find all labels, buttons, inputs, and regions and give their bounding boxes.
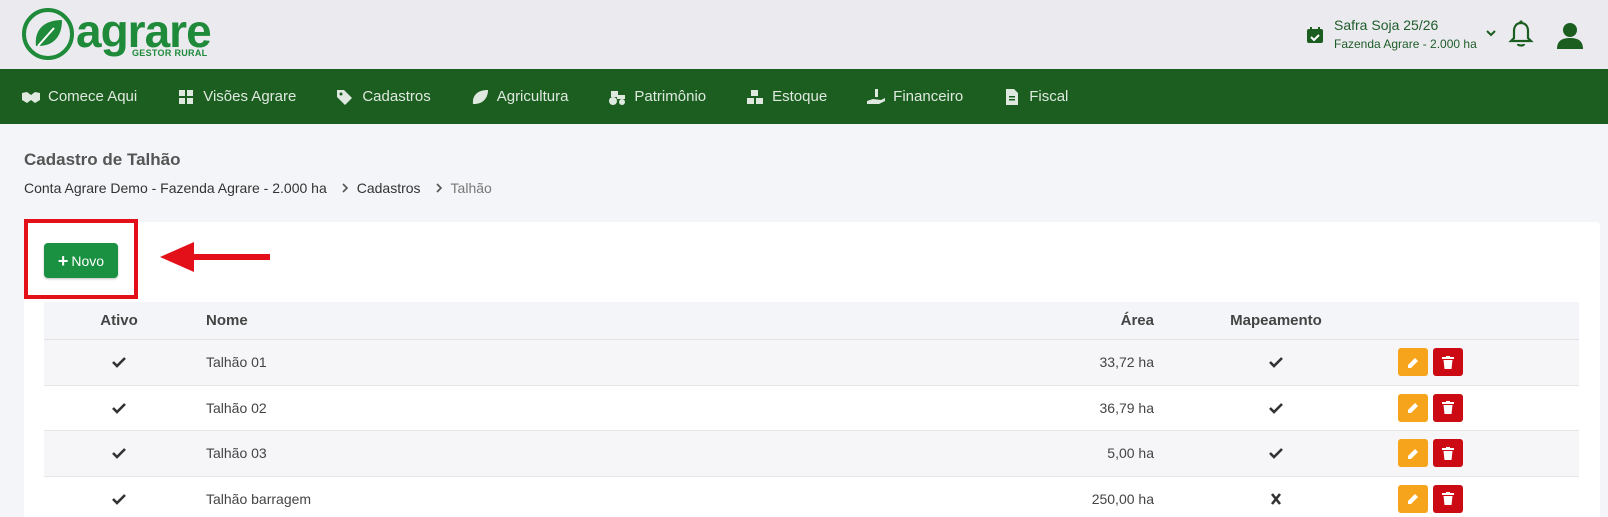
close-icon xyxy=(1154,492,1398,505)
row-area: 5,00 ha xyxy=(1107,445,1154,462)
calendar-check-icon xyxy=(1307,27,1323,43)
table-row[interactable]: Talhão barragem 250,00 ha xyxy=(44,477,1579,517)
table-row[interactable]: Talhão 01 33,72 ha xyxy=(44,340,1579,386)
pencil-icon xyxy=(1408,494,1418,505)
check-icon xyxy=(44,356,194,369)
top-header: agrare GESTOR RURAL Safra Soja 25/26 Faz… xyxy=(0,0,1608,69)
col-header-ativo[interactable]: Ativo xyxy=(44,312,194,329)
edit-button[interactable] xyxy=(1398,393,1428,422)
delete-button[interactable] xyxy=(1433,439,1463,468)
breadcrumb-account[interactable]: Conta Agrare Demo - Fazenda Agrare - 2.0… xyxy=(24,180,327,196)
grid-icon xyxy=(179,89,194,104)
agrare-logo[interactable]: agrare GESTOR RURAL xyxy=(22,8,212,60)
nav-item-fiscal[interactable]: Fiscal xyxy=(1003,88,1068,105)
boxes-icon xyxy=(747,89,764,104)
row-nome: Talhão barragem xyxy=(206,490,312,507)
leaf-icon xyxy=(472,89,488,104)
nav-item-estoque[interactable]: Estoque xyxy=(746,88,827,105)
nav-item-agricultura[interactable]: Agricultura xyxy=(471,88,569,105)
row-actions xyxy=(1398,484,1579,513)
row-area: 33,72 ha xyxy=(1099,354,1155,371)
page-title: Cadastro de Talhão xyxy=(24,150,181,169)
brand-tagline: GESTOR RURAL xyxy=(132,48,208,58)
row-actions xyxy=(1398,348,1579,377)
check-icon xyxy=(44,402,194,414)
row-actions xyxy=(1398,439,1579,468)
nav-item-visoes-agrare[interactable]: Visões Agrare xyxy=(177,88,296,105)
row-nome: Talhão 03 xyxy=(206,445,267,462)
table-header: Ativo Nome Área Mapeamento xyxy=(44,302,1579,340)
user-avatar-icon[interactable] xyxy=(1555,20,1585,50)
row-area: 36,79 ha xyxy=(1099,399,1155,416)
pencil-icon xyxy=(1408,357,1418,368)
nav-item-patrimonio[interactable]: Patrimônio xyxy=(608,88,706,105)
trash-icon xyxy=(1442,446,1454,460)
table-row[interactable]: Talhão 03 5,00 ha xyxy=(44,431,1579,477)
invoice-icon xyxy=(1006,88,1019,105)
trash-icon xyxy=(1442,355,1454,369)
delete-button[interactable] xyxy=(1433,393,1463,422)
nav-label: Cadastros xyxy=(362,88,431,105)
trash-icon xyxy=(1442,492,1454,506)
edit-button[interactable] xyxy=(1398,484,1428,513)
check-icon xyxy=(1154,402,1398,414)
trash-icon xyxy=(1442,401,1454,415)
bell-icon[interactable] xyxy=(1508,20,1534,48)
nav-item-cadastros[interactable]: Cadastros xyxy=(336,88,431,105)
check-icon xyxy=(1154,447,1398,460)
annotation-highlight-box xyxy=(24,219,138,299)
row-area: 250,00 ha xyxy=(1091,490,1154,507)
nav-label: Patrimônio xyxy=(634,88,707,105)
col-header-mapeamento[interactable]: Mapeamento xyxy=(1154,312,1398,329)
check-icon xyxy=(1154,356,1398,369)
chevron-right-icon xyxy=(342,183,348,193)
row-nome: Talhão 01 xyxy=(206,354,267,371)
chevron-right-icon xyxy=(435,183,442,193)
pencil-icon xyxy=(1408,448,1418,459)
edit-button[interactable] xyxy=(1398,439,1428,468)
row-actions xyxy=(1398,393,1579,422)
talhao-table: Ativo Nome Área Mapeamento Talhão 01 33,7… xyxy=(44,302,1579,517)
nav-item-comece-aqui[interactable]: Comece Aqui xyxy=(22,88,137,105)
safra-title: Safra Soja 25/26 xyxy=(1334,17,1439,33)
nav-item-financeiro[interactable]: Financeiro xyxy=(867,88,963,105)
check-icon xyxy=(44,493,194,505)
nav-label: Financeiro xyxy=(893,88,964,105)
safra-farm: Fazenda Agrare - 2.000 ha xyxy=(1334,37,1477,51)
delete-button[interactable] xyxy=(1433,484,1463,513)
nav-label: Comece Aqui xyxy=(48,88,138,105)
nav-label: Agricultura xyxy=(496,88,569,105)
tags-icon xyxy=(337,89,353,105)
breadcrumb-current: Talhão xyxy=(450,180,492,196)
col-header-area[interactable]: Área xyxy=(894,312,1154,329)
safra-selector[interactable]: Safra Soja 25/26 Fazenda Agrare - 2.000 … xyxy=(1306,16,1497,53)
nav-label: Visões Agrare xyxy=(203,88,297,105)
check-icon xyxy=(44,447,194,460)
tractor-icon xyxy=(609,90,626,105)
col-header-nome[interactable]: Nome xyxy=(194,312,894,329)
nav-label: Estoque xyxy=(772,88,828,105)
edit-button[interactable] xyxy=(1398,348,1428,377)
table-row[interactable]: Talhão 02 36,79 ha xyxy=(44,386,1579,431)
breadcrumb: Conta Agrare Demo - Fazenda Agrare - 2.0… xyxy=(24,180,492,196)
nav-label: Fiscal xyxy=(1029,88,1069,105)
main-nav: Comece Aqui Visões Agrare Cadastros Agri… xyxy=(0,69,1608,124)
pencil-icon xyxy=(1408,403,1418,414)
chevron-down-icon xyxy=(1486,30,1496,37)
handshake-icon xyxy=(22,91,40,103)
hand-dollar-icon xyxy=(867,88,886,104)
delete-button[interactable] xyxy=(1433,348,1463,377)
leaf-logo-icon xyxy=(22,8,74,60)
breadcrumb-cadastros[interactable]: Cadastros xyxy=(357,180,421,196)
row-nome: Talhão 02 xyxy=(206,399,267,416)
annotation-arrow-icon xyxy=(160,242,270,272)
table-body: Talhão 01 33,72 ha Talhão 02 36,79 ha Talhão… xyxy=(44,340,1579,517)
